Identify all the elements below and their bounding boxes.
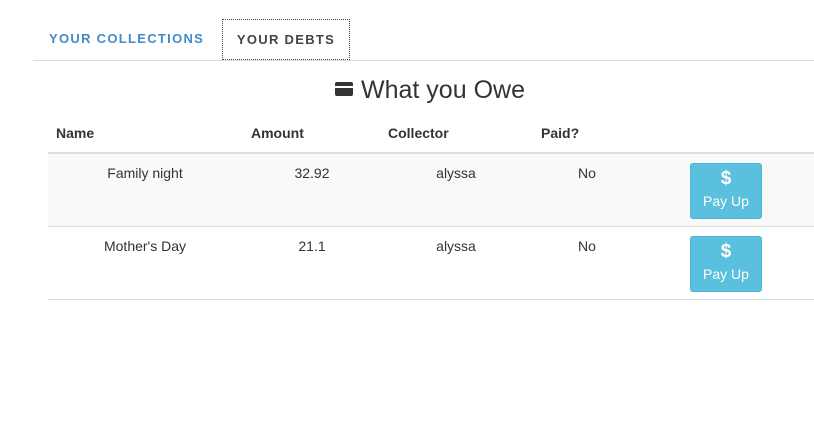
cell-amount: 32.92 — [294, 165, 330, 181]
debt-tabs: YOUR COLLECTIONS YOUR DEBTS — [33, 19, 814, 61]
pay-up-label: Pay Up — [703, 193, 749, 209]
cell-paid: No — [578, 238, 596, 254]
tab-your-debts[interactable]: YOUR DEBTS — [222, 19, 350, 60]
cell-paid: No — [578, 165, 596, 181]
tab-your-collections[interactable]: YOUR COLLECTIONS — [33, 19, 221, 59]
table-header: Name Amount Collector Paid? — [48, 115, 814, 154]
cell-name: Family night — [107, 165, 183, 181]
cell-collector: alyssa — [436, 238, 476, 254]
pay-up-label: Pay Up — [703, 266, 749, 282]
pay-up-button[interactable]: $ Pay Up — [690, 163, 762, 219]
pay-up-button[interactable]: $ Pay Up — [690, 236, 762, 292]
table-row: Mother's Day 21.1 alyssa No $ Pay Up — [48, 227, 814, 300]
cell-name: Mother's Day — [103, 238, 187, 254]
dollar-icon: $ — [720, 241, 732, 262]
dollar-icon: $ — [720, 168, 732, 189]
column-header-amount: Amount — [251, 125, 304, 141]
cell-amount: 21.1 — [298, 238, 326, 254]
credit-card-icon — [335, 82, 354, 96]
table-row: Family night 32.92 alyssa No $ Pay Up — [48, 154, 814, 227]
cell-collector: alyssa — [436, 165, 476, 181]
column-header-name: Name — [56, 125, 95, 141]
debts-table: Name Amount Collector Paid? Family night… — [48, 115, 814, 300]
page-title-text: What you Owe — [361, 76, 525, 104]
column-header-paid: Paid? — [541, 125, 580, 141]
page-title: What you Owe — [0, 76, 814, 105]
column-header-collector: Collector — [388, 125, 449, 141]
